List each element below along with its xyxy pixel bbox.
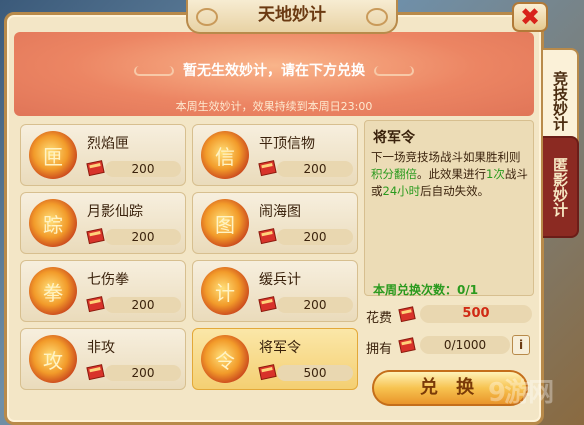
tactic-price: 200 — [105, 297, 181, 313]
detail-panel: 将军令 下一场竞技场战斗如果胜利则积分翻倍。此效果进行1次战斗或24小时后自动失… — [364, 120, 534, 297]
cost-label: 花费 — [366, 311, 393, 326]
moon-shadow-icon: 踪 — [29, 199, 77, 247]
ticket-icon — [85, 294, 107, 314]
tactic-price: 200 — [277, 229, 353, 245]
tactic-name: 缓兵计 — [259, 272, 301, 288]
desc-highlight: 1次 — [486, 167, 505, 181]
tactic-card[interactable]: 踪月影仙踪 200 — [20, 192, 186, 254]
tactic-name: 闹海图 — [259, 204, 301, 220]
scroll-map-icon: 图 — [201, 199, 249, 247]
close-button[interactable]: ✖ — [512, 2, 548, 32]
detail-title: 将军令 — [373, 130, 415, 146]
tactic-card[interactable]: 图闹海图 200 — [192, 192, 358, 254]
ticket-icon — [85, 226, 107, 246]
tactic-card[interactable]: 计缓兵计 200 — [192, 260, 358, 322]
ticket-icon — [398, 306, 416, 323]
ticket-icon — [85, 362, 107, 382]
weekly-exchange-count: 本周兑换次数：0/1 — [373, 283, 479, 297]
tactic-name: 非攻 — [87, 340, 115, 356]
owned-label: 拥有 — [366, 342, 393, 357]
tactic-name: 月影仙踪 — [87, 204, 143, 220]
desc-highlight: 24小时 — [382, 184, 421, 198]
active-tactic-banner: 暂无生效妙计，请在下方兑换 本周生效妙计，效果持续到本周日23:00 — [14, 32, 534, 116]
shield-icon: 攻 — [29, 335, 77, 383]
tactic-name: 将军令 — [259, 340, 301, 356]
tab-stealth-tactics-label: 匿影妙计 — [551, 157, 569, 217]
tactic-name: 烈焰匣 — [87, 136, 129, 152]
close-icon: ✖ — [519, 3, 541, 31]
tactic-card[interactable]: 攻非攻 200 — [20, 328, 186, 390]
token-icon: 信 — [201, 131, 249, 179]
scroll-icon: 计 — [201, 267, 249, 315]
banner-status-text: 暂无生效妙计，请在下方兑换 — [183, 63, 365, 79]
fire-box-icon: 匣 — [29, 131, 77, 179]
fist-icon: 拳 — [29, 267, 77, 315]
ticket-icon — [85, 158, 107, 178]
tab-arena-tactics-label: 竞技妙计 — [551, 71, 569, 131]
tactic-price: 200 — [277, 297, 353, 313]
info-button[interactable]: i — [512, 335, 530, 355]
tactic-price: 500 — [277, 365, 353, 381]
watermark: 9游网 — [488, 378, 554, 408]
tactic-name: 平顶信物 — [259, 136, 315, 152]
general-order-icon: 令 — [201, 335, 249, 383]
tactic-card[interactable]: 信平顶信物 200 — [192, 124, 358, 186]
tactic-price: 200 — [277, 161, 353, 177]
ticket-icon — [257, 294, 279, 314]
tactic-card[interactable]: 令将军令 500 — [192, 328, 358, 390]
desc-text: 下一场竞技场战斗如果胜利则 — [371, 150, 521, 164]
window-title: 天地妙计 — [186, 0, 398, 34]
desc-text: 。此效果进行 — [417, 167, 486, 181]
ticket-icon — [398, 337, 416, 354]
ticket-icon — [257, 226, 279, 246]
detail-description: 下一场竞技场战斗如果胜利则积分翻倍。此效果进行1次战斗或24小时后自动失效。 — [371, 149, 531, 200]
cost-value: 500 — [420, 305, 532, 323]
tactic-price: 200 — [105, 365, 181, 381]
desc-highlight: 积分翻倍 — [371, 167, 417, 181]
desc-text: 后自动失效。 — [420, 184, 490, 198]
ticket-icon — [257, 158, 279, 178]
tactic-card[interactable]: 匣烈焰匣 200 — [20, 124, 186, 186]
owned-value: 0/1000 — [420, 336, 510, 354]
tactic-price: 200 — [105, 229, 181, 245]
banner-duration-text: 本周生效妙计，效果持续到本周日23:00 — [175, 100, 373, 113]
ticket-icon — [257, 362, 279, 382]
tactic-card[interactable]: 拳七伤拳 200 — [20, 260, 186, 322]
tactic-name: 七伤拳 — [87, 272, 129, 288]
tab-stealth-tactics[interactable]: 匿影妙计 — [543, 136, 579, 238]
tactic-price: 200 — [105, 161, 181, 177]
